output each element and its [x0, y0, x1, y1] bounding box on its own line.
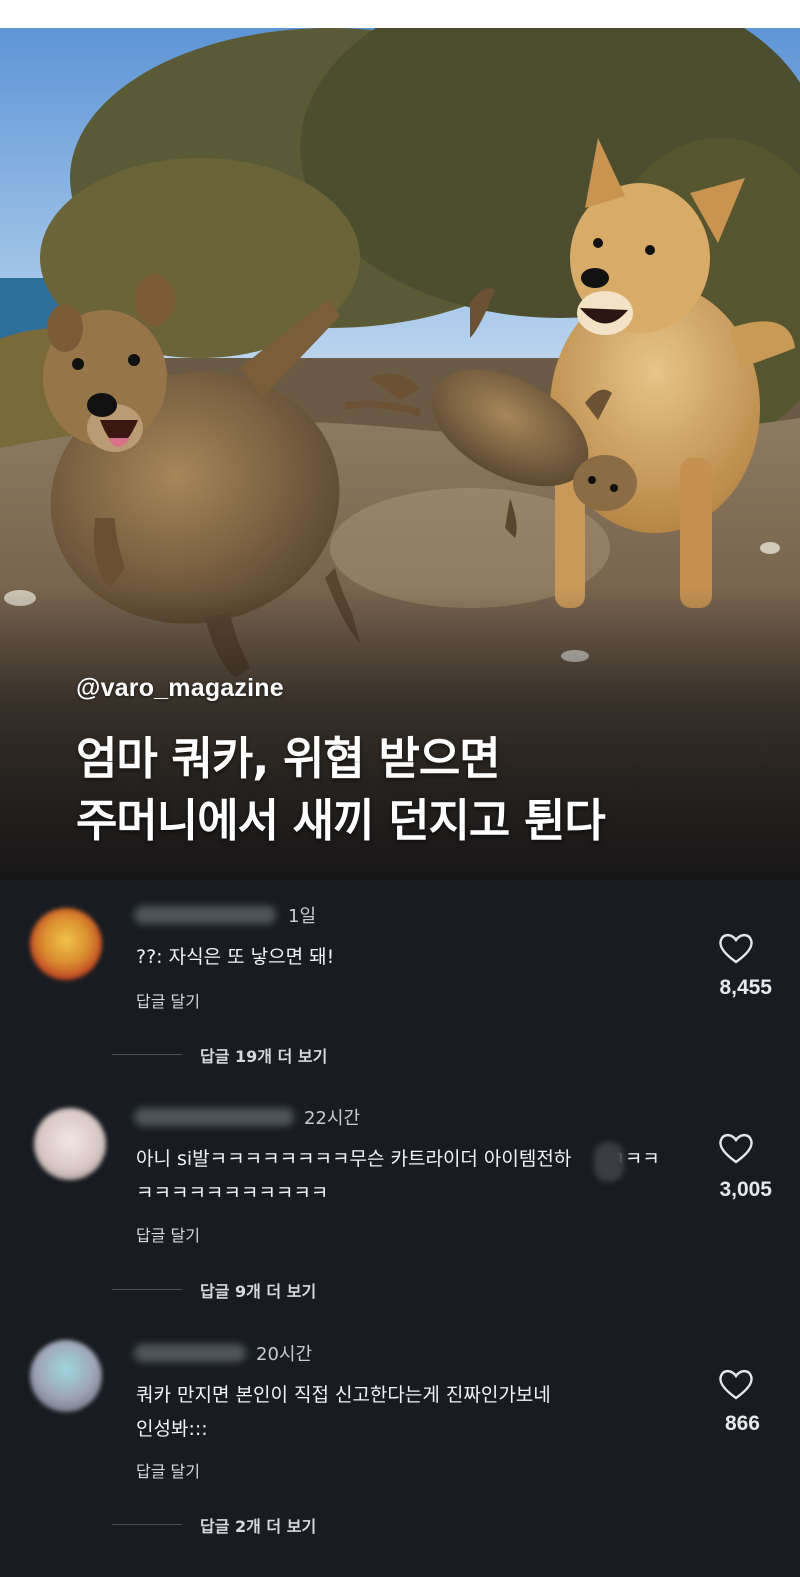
comment-text-line: 쿼카 만지면 본인이 직접 신고한다는게 진짜인가보네 — [136, 1384, 551, 1406]
comment-text-line: 아니 si발ㅋㅋㅋㅋㅋㅋㅋㅋ무슨 카트라이더 아이템전하 ㅋㅋㅋ — [136, 1142, 660, 1176]
username-blurred[interactable] — [134, 906, 276, 924]
like-count: 3,005 — [719, 1178, 772, 1201]
comment-time: 22시간 — [304, 1108, 361, 1129]
censored-blur — [594, 1142, 624, 1182]
view-more-replies[interactable]: 답글 19개 더 보기 — [200, 1043, 327, 1067]
avatar[interactable] — [30, 908, 102, 980]
view-more-replies[interactable]: 답글 9개 더 보기 — [200, 1278, 316, 1302]
post-headline: 엄마 쿼카, 위협 받으면 주머니에서 새끼 던지고 튄다 — [76, 728, 786, 852]
headline-line-1: 엄마 쿼카, 위협 받으면 — [76, 732, 501, 785]
comments-section: 1일 ??: 자식은 또 낳으면 돼! 답글 달기 8,455 답글 19개 더… — [0, 880, 800, 1577]
comment-text-start: 아니 si발ㅋㅋㅋㅋㅋㅋㅋㅋ무슨 카트라이더 아이템전하 — [136, 1148, 572, 1170]
view-more-replies[interactable]: 답글 2개 더 보기 — [200, 1513, 316, 1537]
comment-text: 쿼카 만지면 본인이 직접 신고한다는게 진짜인가보네 인성봐::: — [136, 1378, 551, 1446]
comment-time: 1일 — [288, 906, 317, 927]
heart-icon[interactable] — [718, 932, 754, 964]
avatar[interactable] — [34, 1108, 106, 1180]
like-count: 8,455 — [719, 976, 772, 999]
avatar[interactable] — [30, 1340, 102, 1412]
replies-divider — [112, 1524, 182, 1525]
replies-divider — [112, 1054, 182, 1055]
post-image[interactable]: @varo_magazine 엄마 쿼카, 위협 받으면 주머니에서 새끼 던지… — [0, 28, 800, 880]
post-handle[interactable]: @varo_magazine — [76, 674, 284, 703]
headline-line-2: 주머니에서 새끼 던지고 튄다 — [76, 794, 606, 847]
comment-text: 아니 si발ㅋㅋㅋㅋㅋㅋㅋㅋ무슨 카트라이더 아이템전하 ㅋㅋㅋ ㅋㅋㅋㅋㅋㅋㅋㅋ… — [136, 1142, 660, 1210]
comment-text-line: ??: 자식은 또 낳으면 돼! — [136, 946, 335, 968]
comment-time: 20시간 — [256, 1344, 313, 1365]
reply-button[interactable]: 답글 달기 — [136, 988, 200, 1012]
replies-divider — [112, 1289, 182, 1290]
heart-icon[interactable] — [718, 1368, 754, 1400]
comment-text: ??: 자식은 또 낳으면 돼! — [136, 940, 334, 974]
reply-button[interactable]: 답글 달기 — [136, 1222, 200, 1246]
comment-text-line: 인성봐::: — [136, 1418, 208, 1440]
like-count: 866 — [724, 1412, 760, 1435]
reply-button[interactable]: 답글 달기 — [136, 1458, 200, 1482]
heart-icon[interactable] — [718, 1132, 754, 1164]
username-blurred[interactable] — [134, 1344, 246, 1362]
comment-text-line: ㅋㅋㅋㅋㅋㅋㅋㅋㅋㅋㅋ — [136, 1182, 329, 1204]
username-blurred[interactable] — [134, 1108, 294, 1126]
